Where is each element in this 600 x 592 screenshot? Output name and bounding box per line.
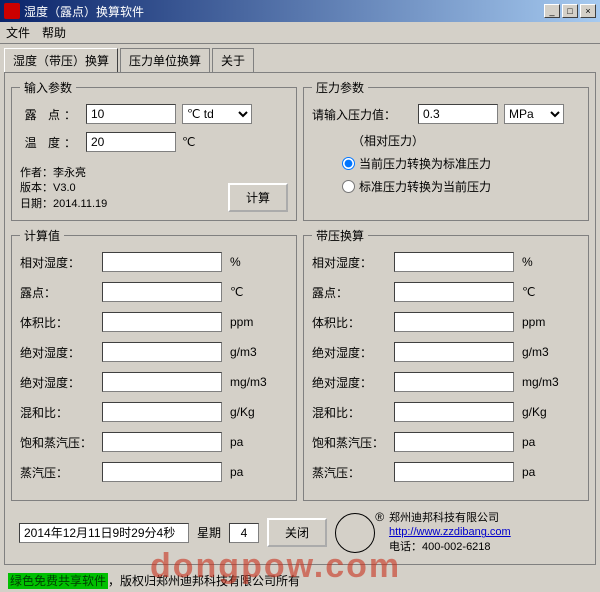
maximize-button[interactable]: □ xyxy=(562,4,578,18)
p-rh-label: 相对湿度： xyxy=(312,254,394,271)
p-abs2-unit: mg/m3 xyxy=(522,375,559,389)
author-info: 作者：李永亮 版本：V3.0 日期：2014.11.19 xyxy=(20,166,107,212)
company-url[interactable]: http://www.zzdibang.com xyxy=(389,525,511,539)
p-abs2-label: 绝对湿度： xyxy=(312,374,394,391)
temperature-label: 温 度： xyxy=(20,134,80,151)
p-abs1-unit: g/m3 xyxy=(522,345,549,359)
mix-unit: g/Kg xyxy=(230,405,255,419)
week-label: 星期 xyxy=(197,524,221,541)
p-mix-unit: g/Kg xyxy=(522,405,547,419)
tab-strip: 湿度（带压）换算 压力单位换算 关于 xyxy=(0,44,600,72)
vol-output[interactable] xyxy=(102,312,222,332)
tab-humidity[interactable]: 湿度（带压）换算 xyxy=(4,48,118,72)
dew-output[interactable] xyxy=(102,282,222,302)
p-mix-output[interactable] xyxy=(394,402,514,422)
menu-file[interactable]: 文件 xyxy=(6,24,30,41)
p-dew-label: 露点： xyxy=(312,284,394,301)
vap-unit: pa xyxy=(230,465,243,479)
pressure-calc-group: 带压换算 相对湿度：% 露点： ℃ 体积比： ppm 绝对湿度： g/m3 绝对湿度：… xyxy=(303,227,589,501)
tab-about[interactable]: 关于 xyxy=(212,48,254,72)
abs2-label: 绝对湿度： xyxy=(20,374,102,391)
pressure-unit-select[interactable]: MPa xyxy=(504,104,564,124)
abs1-unit: g/m3 xyxy=(230,345,257,359)
input-legend: 输入参数 xyxy=(20,79,76,96)
company-info: 郑州迪邦科技有限公司 http://www.zzdibang.com 电话：40… xyxy=(389,511,511,554)
mix-label: 混和比： xyxy=(20,404,102,421)
rh-unit: % xyxy=(230,255,241,269)
pressure-prompt: 请输入压力值： xyxy=(312,106,412,123)
radio-standard-to-current[interactable] xyxy=(342,180,355,193)
app-icon xyxy=(4,3,20,19)
p-sat-unit: pa xyxy=(522,435,535,449)
rh-output[interactable] xyxy=(102,252,222,272)
input-params-group: 输入参数 露 点： ℃ td 温 度： ℃ 作者：李永亮 版本：V3.0 日期：… xyxy=(11,79,297,221)
footer-note: 绿色免费共享软件，版权归郑州迪邦科技有限公司所有 xyxy=(0,569,600,592)
p-dew-unit: ℃ xyxy=(522,285,535,299)
p-abs2-output[interactable] xyxy=(394,372,514,392)
p-dew-output[interactable] xyxy=(394,282,514,302)
press-calc-legend: 带压换算 xyxy=(312,227,368,244)
vap-output[interactable] xyxy=(102,462,222,482)
pressure-hint: （相对压力） xyxy=(352,132,580,149)
p-rh-unit: % xyxy=(522,255,533,269)
p-vol-label: 体积比： xyxy=(312,314,394,331)
close-button[interactable]: × xyxy=(580,4,596,18)
company-logo-icon xyxy=(335,513,375,553)
abs1-label: 绝对湿度： xyxy=(20,344,102,361)
dew-label: 露点： xyxy=(20,284,102,301)
calc-legend: 计算值 xyxy=(20,227,64,244)
p-mix-label: 混和比： xyxy=(312,404,394,421)
radio-current-to-standard[interactable] xyxy=(342,157,355,170)
p-vap-label: 蒸汽压： xyxy=(312,464,394,481)
p-abs1-output[interactable] xyxy=(394,342,514,362)
p-vol-unit: ppm xyxy=(522,315,545,329)
tab-pressure-unit[interactable]: 压力单位换算 xyxy=(120,48,210,72)
abs1-output[interactable] xyxy=(102,342,222,362)
sat-unit: pa xyxy=(230,435,243,449)
abs2-output[interactable] xyxy=(102,372,222,392)
dewpoint-unit-select[interactable]: ℃ td xyxy=(182,104,252,124)
menu-help[interactable]: 帮助 xyxy=(42,24,66,41)
mix-output[interactable] xyxy=(102,402,222,422)
temperature-unit: ℃ xyxy=(182,135,222,149)
temperature-input[interactable] xyxy=(86,132,176,152)
p-sat-output[interactable] xyxy=(394,432,514,452)
dew-unit: ℃ xyxy=(230,285,243,299)
dewpoint-input[interactable] xyxy=(86,104,176,124)
abs2-unit: mg/m3 xyxy=(230,375,267,389)
vol-unit: ppm xyxy=(230,315,253,329)
calculate-button[interactable]: 计算 xyxy=(228,183,288,212)
p-sat-label: 饱和蒸汽压： xyxy=(312,434,394,451)
vol-label: 体积比： xyxy=(20,314,102,331)
calc-results-group: 计算值 相对湿度：% 露点： ℃ 体积比： ppm 绝对湿度： g/m3 绝对湿度： m… xyxy=(11,227,297,501)
week-value xyxy=(229,523,259,543)
window-title: 湿度（露点）换算软件 xyxy=(24,3,144,20)
rh-label: 相对湿度： xyxy=(20,254,102,271)
pressure-params-group: 压力参数 请输入压力值： MPa （相对压力） 当前压力转换为标准压力 标准压力… xyxy=(303,79,589,221)
close-app-button[interactable]: 关闭 xyxy=(267,518,327,547)
p-vap-output[interactable] xyxy=(394,462,514,482)
minimize-button[interactable]: _ xyxy=(544,4,560,18)
p-abs1-label: 绝对湿度： xyxy=(312,344,394,361)
radio-label-2: 标准压力转换为当前压力 xyxy=(359,178,491,195)
pressure-legend: 压力参数 xyxy=(312,79,368,96)
vap-label: 蒸汽压： xyxy=(20,464,102,481)
p-vol-output[interactable] xyxy=(394,312,514,332)
pressure-input[interactable] xyxy=(418,104,498,124)
p-vap-unit: pa xyxy=(522,465,535,479)
p-rh-output[interactable] xyxy=(394,252,514,272)
titlebar: 湿度（露点）换算软件 _ □ × xyxy=(0,0,600,22)
datetime-display xyxy=(19,523,189,543)
sat-output[interactable] xyxy=(102,432,222,452)
sat-label: 饱和蒸汽压： xyxy=(20,434,102,451)
radio-label-1: 当前压力转换为标准压力 xyxy=(359,155,491,172)
menubar: 文件 帮助 xyxy=(0,22,600,44)
dewpoint-label: 露 点： xyxy=(20,106,80,123)
